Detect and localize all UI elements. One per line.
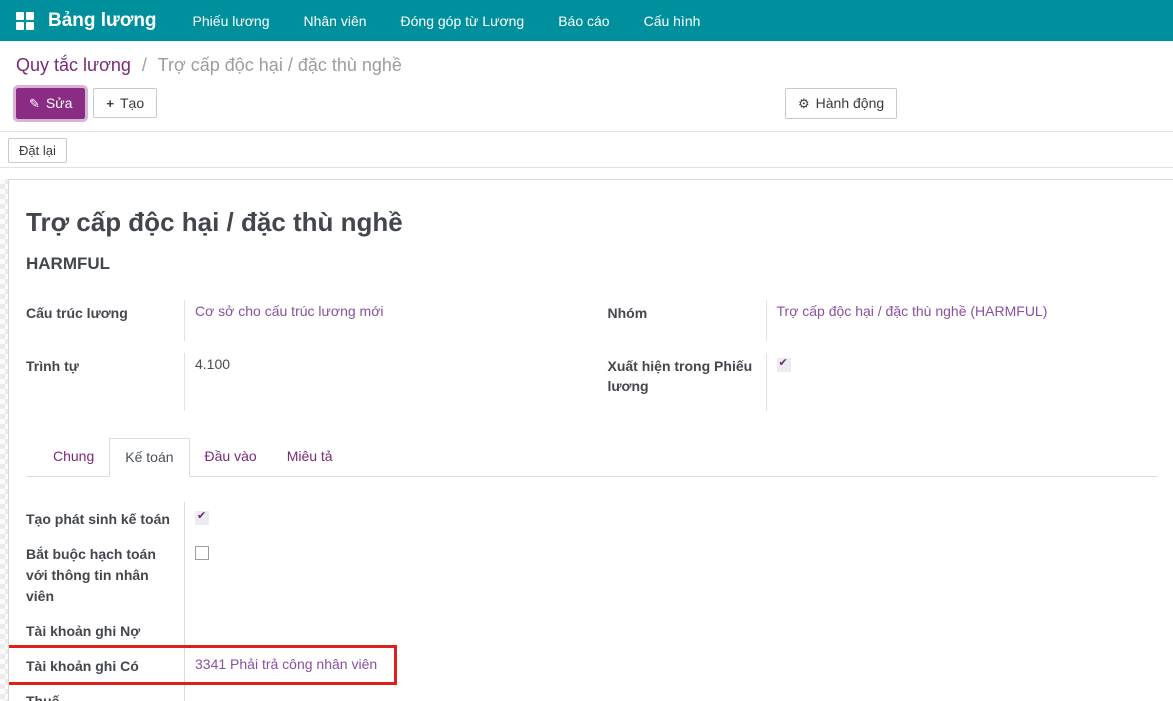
field-label: Tài khoản ghi Có xyxy=(26,658,139,674)
field-value xyxy=(184,502,1157,537)
menu-contributions[interactable]: Đóng góp từ Lương xyxy=(401,13,525,29)
edit-button-label: Sửa xyxy=(45,95,73,111)
status-bar: Đặt lại xyxy=(0,132,1173,168)
menu-employees[interactable]: Nhân viên xyxy=(303,13,366,29)
field-value xyxy=(765,353,1148,411)
force-employee-accounts-checkbox[interactable] xyxy=(195,546,209,560)
field-value xyxy=(184,684,1157,701)
row-credit-account: Tài khoản ghi Có 3341 Phải trả công nhân… xyxy=(9,645,1157,685)
menu-reports[interactable]: Báo cáo xyxy=(558,13,609,29)
row-force-employee-accounts: Bắt buộc hạch toán với thông tin nhân vi… xyxy=(26,537,1157,614)
apps-grid-icon[interactable] xyxy=(16,11,34,30)
edit-button[interactable]: ✎ Sửa xyxy=(12,85,89,122)
field-value: Trợ cấp độc hại / đặc thù nghề (HARMFUL) xyxy=(765,300,1148,341)
breadcrumb-current: Trợ cấp độc hại / đặc thù nghề xyxy=(157,55,402,75)
menu-settings[interactable]: Cấu hình xyxy=(644,13,701,29)
form-sheet: Trợ cấp độc hại / đặc thù nghề HARMFUL C… xyxy=(8,179,1173,701)
breadcrumb-parent-link[interactable]: Quy tắc lương xyxy=(16,55,131,75)
record-code: HARMFUL xyxy=(26,254,111,273)
field-value: 4.100 xyxy=(184,353,566,411)
plus-icon: + xyxy=(106,96,114,111)
action-button[interactable]: ⚙ Hành động xyxy=(785,88,898,119)
tab-description[interactable]: Miêu tả xyxy=(272,438,348,477)
field-label: Cấu trúc lương xyxy=(26,305,128,321)
apps-grid-square xyxy=(26,21,34,30)
field-value: 3341 Phải trả công nhân viên xyxy=(184,649,1157,684)
action-button-label: Hành động xyxy=(815,95,885,111)
row-tax: Thuế xyxy=(26,684,1157,701)
field-grid: Cấu trúc lương Cơ sở cho cấu trúc lương … xyxy=(26,300,1157,423)
generate-entries-checkbox[interactable] xyxy=(195,509,209,525)
breadcrumb-separator: / xyxy=(141,55,147,75)
tab-general[interactable]: Chung xyxy=(38,438,109,477)
field-column-right: Nhóm Trợ cấp độc hại / đặc thù nghề (HAR… xyxy=(608,300,1148,423)
create-button-label: Tạo xyxy=(120,95,145,111)
menu-payslips[interactable]: Phiếu lương xyxy=(193,13,270,29)
field-column-left: Cấu trúc lương Cơ sở cho cấu trúc lương … xyxy=(26,300,566,423)
breadcrumb: Quy tắc lương / Trợ cấp độc hại / đặc th… xyxy=(0,41,1173,80)
app-brand[interactable]: Bảng lương xyxy=(48,10,157,32)
pencil-icon: ✎ xyxy=(29,96,40,111)
tab-inputs[interactable]: Đầu vào xyxy=(190,438,272,477)
accounting-tab-pane: Tạo phát sinh kế toán Bắt buộc hạch toán… xyxy=(9,502,1157,701)
reset-button[interactable]: Đặt lại xyxy=(8,138,67,163)
field-value: Cơ sở cho cấu trúc lương mới xyxy=(184,300,566,341)
top-navbar: Bảng lương Phiếu lương Nhân viên Đóng gó… xyxy=(0,0,1173,41)
content-area: Trợ cấp độc hại / đặc thù nghề HARMFUL C… xyxy=(0,179,1173,701)
salary-structure-link[interactable]: Cơ sở cho cấu trúc lương mới xyxy=(195,303,383,319)
field-label: Tài khoản ghi Nợ xyxy=(26,623,141,639)
create-button[interactable]: + Tạo xyxy=(93,88,158,118)
field-value xyxy=(184,614,1157,649)
field-label: Tạo phát sinh kế toán xyxy=(26,511,170,527)
row-generate-accounting-entries: Tạo phát sinh kế toán xyxy=(26,502,1157,537)
appears-on-payslip-checkbox[interactable] xyxy=(776,356,791,372)
row-debit-account: Tài khoản ghi Nợ xyxy=(26,614,1157,649)
field-label: Xuất hiện trong Phiếu lương xyxy=(607,358,753,395)
field-salary-structure: Cấu trúc lương Cơ sở cho cấu trúc lương … xyxy=(26,300,566,341)
apps-grid-square xyxy=(16,21,24,30)
field-sequence: Trình tự 4.100 xyxy=(26,353,566,411)
field-label: Nhóm xyxy=(607,305,648,321)
field-appears-on-payslip: Xuất hiện trong Phiếu lương xyxy=(608,353,1148,411)
apps-grid-square xyxy=(16,11,24,20)
category-link[interactable]: Trợ cấp độc hại / đặc thù nghề (HARMFUL) xyxy=(777,303,1048,319)
record-title: Trợ cấp độc hại / đặc thù nghề xyxy=(26,207,403,237)
tab-accounting[interactable]: Kế toán xyxy=(109,438,190,477)
field-label: Thuế xyxy=(26,693,60,701)
gear-icon: ⚙ xyxy=(798,96,810,111)
field-category: Nhóm Trợ cấp độc hại / đặc thù nghề (HAR… xyxy=(608,300,1148,341)
field-label: Bắt buộc hạch toán với thông tin nhân vi… xyxy=(26,546,156,604)
notebook-tabs: Chung Kế toán Đầu vào Miêu tả xyxy=(26,437,1157,477)
field-value xyxy=(184,537,1157,614)
control-panel: ✎ Sửa + Tạo ⚙ Hành động xyxy=(0,80,1173,132)
field-label: Trình tự xyxy=(26,358,79,374)
apps-grid-square xyxy=(26,11,34,20)
credit-account-link[interactable]: 3341 Phải trả công nhân viên xyxy=(195,656,377,672)
main-menu: Phiếu lương Nhân viên Đóng góp từ Lương … xyxy=(193,13,701,29)
